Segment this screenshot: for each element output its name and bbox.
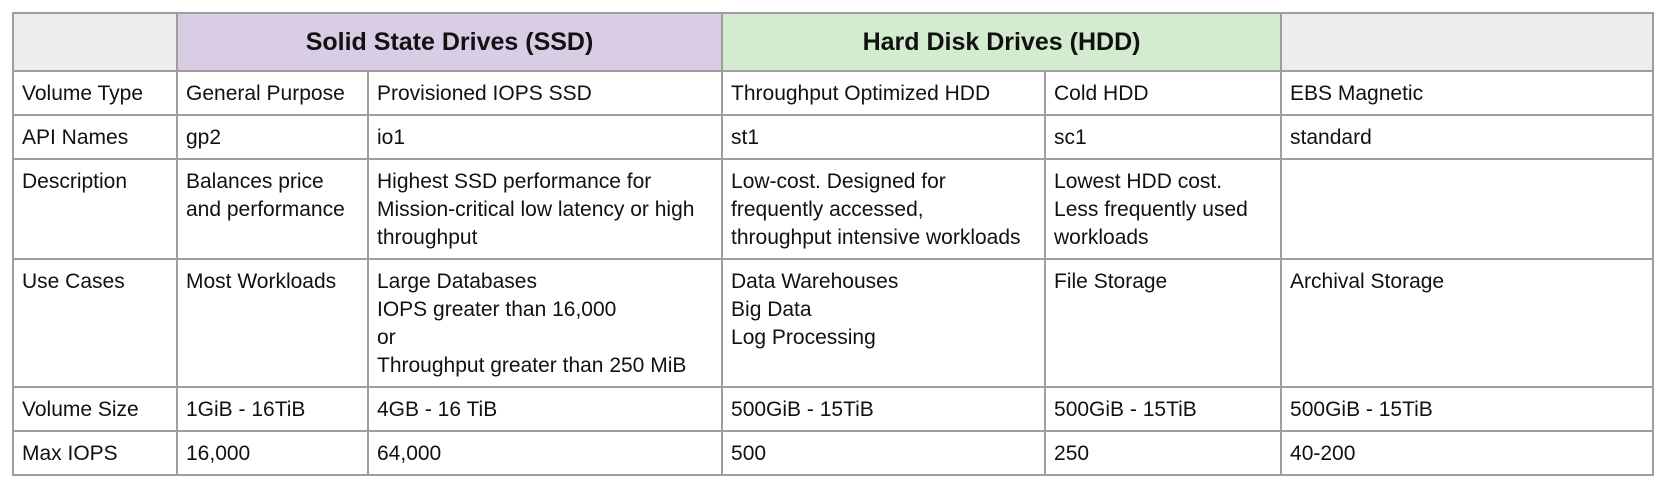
table-row-description: Description Balances price and performan… xyxy=(12,158,1655,260)
cell-line: Low-cost. Designed for xyxy=(731,170,946,193)
table-cell: gp2 xyxy=(176,114,369,160)
table-cell-empty xyxy=(1280,158,1655,260)
table-cell: 500 xyxy=(721,430,1047,476)
table-cell: Cold HDD xyxy=(1044,70,1283,116)
cell-line: Most Workloads xyxy=(186,270,337,293)
table-row-use-cases: Use Cases Most Workloads Large Databases… xyxy=(12,258,1655,388)
cell-line: and performance xyxy=(186,198,345,221)
ebs-volume-comparison-table: Solid State Drives (SSD) Hard Disk Drive… xyxy=(12,12,1655,476)
table-cell: st1 xyxy=(721,114,1047,160)
table-cell: Lowest HDD cost. Less frequently used wo… xyxy=(1044,158,1283,260)
cell-line: throughput intensive workloads xyxy=(731,226,1021,249)
corner-cell xyxy=(12,12,178,72)
table-cell: File Storage xyxy=(1044,258,1283,388)
table-cell: General Purpose xyxy=(176,70,369,116)
table-cell: 500GiB - 15TiB xyxy=(1044,386,1283,432)
cell-line: Data Warehouses xyxy=(731,270,899,293)
table-row-api-names: API Names gp2 io1 st1 sc1 standard xyxy=(12,114,1655,160)
cell-line: Archival Storage xyxy=(1290,270,1445,293)
cell-line: Log Processing xyxy=(731,326,876,349)
hdd-group-header: Hard Disk Drives (HDD) xyxy=(721,12,1283,72)
table-cell: Most Workloads xyxy=(176,258,369,388)
cell-line: Balances price xyxy=(186,170,324,193)
row-label-volume-size: Volume Size xyxy=(12,386,178,432)
table-cell: 40-200 xyxy=(1280,430,1655,476)
row-label-max-iops: Max IOPS xyxy=(12,430,178,476)
row-label-description: Description xyxy=(12,158,178,260)
group-header-row: Solid State Drives (SSD) Hard Disk Drive… xyxy=(12,12,1655,72)
table-row-max-iops: Max IOPS 16,000 64,000 500 250 40-200 xyxy=(12,430,1655,476)
cell-line: Large Databases xyxy=(377,270,537,293)
table-cell: 16,000 xyxy=(176,430,369,476)
cell-line: Highest SSD performance for xyxy=(377,170,652,193)
row-label-api-names: API Names xyxy=(12,114,178,160)
ssd-group-header: Solid State Drives (SSD) xyxy=(175,12,724,72)
row-label-use-cases: Use Cases xyxy=(12,258,178,388)
table-cell: EBS Magnetic xyxy=(1280,70,1655,116)
cell-line: Throughput greater than 250 MiB xyxy=(377,354,687,377)
cell-line: Mission-critical low latency or high xyxy=(377,198,695,221)
table-cell: io1 xyxy=(366,114,724,160)
cell-line: IOPS greater than 16,000 xyxy=(377,298,617,321)
table-row-volume-type: Volume Type General Purpose Provisioned … xyxy=(12,70,1655,116)
table-cell: standard xyxy=(1280,114,1655,160)
table-cell: 250 xyxy=(1044,430,1283,476)
table-cell: sc1 xyxy=(1044,114,1283,160)
cell-line: Lowest HDD cost. xyxy=(1054,170,1223,193)
table-cell: 500GiB - 15TiB xyxy=(1280,386,1655,432)
extra-group-header xyxy=(1280,12,1655,72)
table-cell: Data Warehouses Big Data Log Processing xyxy=(721,258,1047,388)
cell-line: frequently accessed, xyxy=(731,198,924,221)
table-cell: Large Databases IOPS greater than 16,000… xyxy=(366,258,724,388)
table-cell: 64,000 xyxy=(366,430,724,476)
cell-line: Less frequently used xyxy=(1054,198,1248,221)
cell-line: Big Data xyxy=(731,298,812,321)
table-cell: Throughput Optimized HDD xyxy=(721,70,1047,116)
cell-line: File Storage xyxy=(1054,270,1168,293)
cell-line: throughput xyxy=(377,226,478,249)
table-row-volume-size: Volume Size 1GiB - 16TiB 4GB - 16 TiB 50… xyxy=(12,386,1655,432)
table-cell: Provisioned IOPS SSD xyxy=(366,70,724,116)
cell-line: or xyxy=(377,326,396,349)
table-cell: 1GiB - 16TiB xyxy=(176,386,369,432)
table-cell: Highest SSD performance for Mission-crit… xyxy=(366,158,724,260)
table-cell: 500GiB - 15TiB xyxy=(721,386,1047,432)
table-cell: 4GB - 16 TiB xyxy=(366,386,724,432)
table-cell: Balances price and performance xyxy=(176,158,369,260)
table-cell: Archival Storage xyxy=(1280,258,1655,388)
row-label-volume-type: Volume Type xyxy=(12,70,178,116)
table-cell: Low-cost. Designed for frequently access… xyxy=(721,158,1047,260)
cell-line: workloads xyxy=(1054,226,1149,249)
